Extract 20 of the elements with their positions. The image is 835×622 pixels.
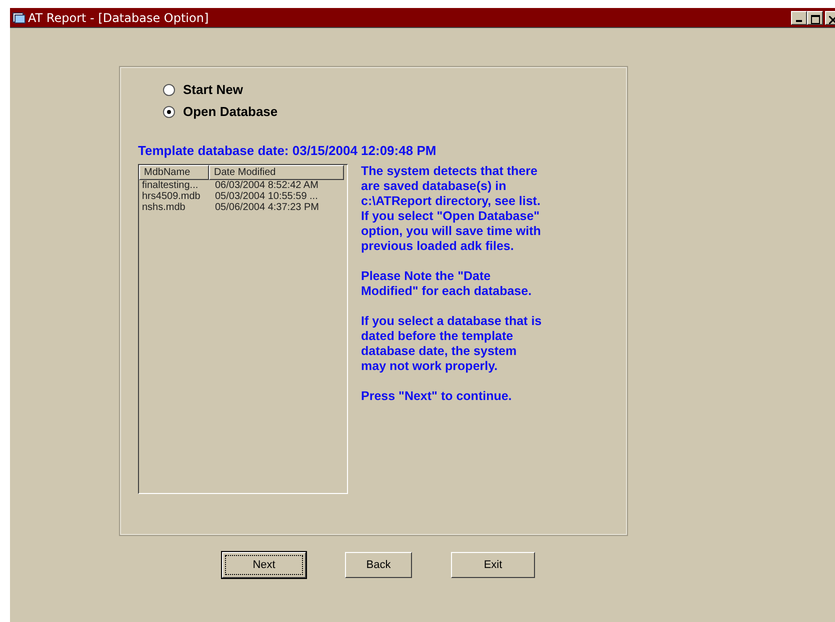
dialog-button[interactable]: Back [345, 552, 412, 578]
info-paragraph: Please Note the "Date Modified" for each database. [361, 269, 533, 299]
list-cell-text: 05/03/2004 10:55:59 ... [214, 191, 318, 202]
database-list[interactable]: MdbName Date Modified finaltesting... 06/03/2004 8:52:42 AM hrs4509.mdb 05/03/2004 10:55:59 ... nshs.mdb 05/06/2004 4:37:23 PM [138, 164, 348, 494]
dialog-button[interactable]: Exit [451, 552, 535, 578]
list-cell-text: hrs4509.mdb [141, 191, 202, 202]
dialog-button[interactable]: Next [222, 552, 306, 578]
info-paragraph: If you select a database that is dated before the template database date, the system may not work properly. [361, 314, 542, 374]
column-header[interactable]: MdbName [139, 165, 209, 180]
column-header[interactable]: Date Modified [209, 165, 344, 180]
list-cell-text: 06/03/2004 8:52:42 AM [214, 180, 318, 191]
info-paragraph: The system detects that there are saved database(s) in c:\ATReport directory, see list. If you select "Open Database" option, you will save time with previous loaded adk files. [361, 164, 542, 254]
template-date-label: Template database date: 03/15/2004 12:09:48 PM [138, 143, 438, 158]
window-title: AT Report - [Database Option] [28, 10, 209, 24]
radio-option[interactable]: Open Database [163, 104, 609, 119]
info-paragraph: Press "Next" to continue. [361, 389, 513, 404]
list-cell-text: nshs.mdb [141, 202, 186, 213]
list-cell-text: 05/06/2004 4:37:23 PM [214, 202, 319, 213]
list-cell-text: finaltesting... [141, 180, 200, 191]
radio-option[interactable]: Start New [163, 82, 609, 97]
